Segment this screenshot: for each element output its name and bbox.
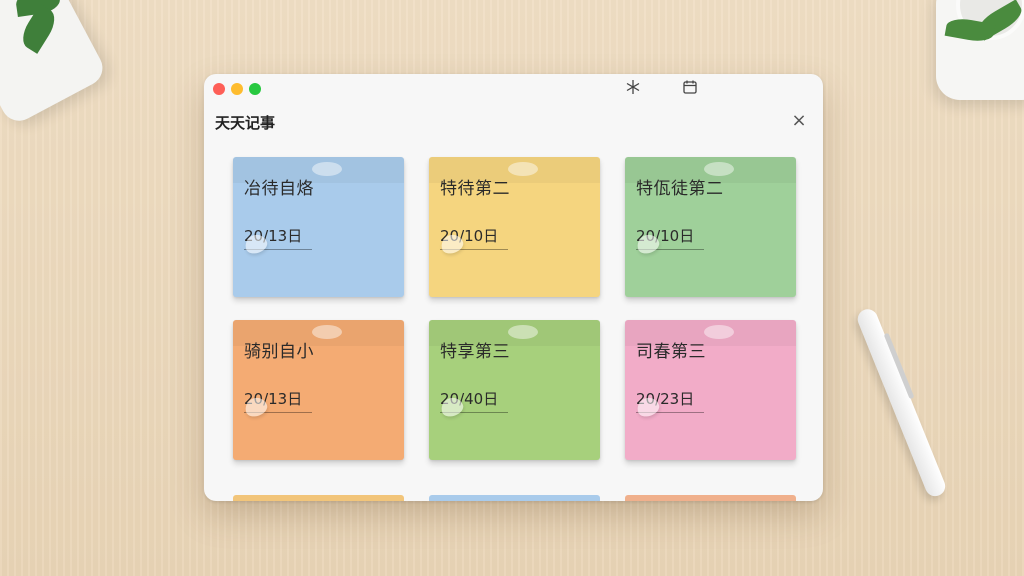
app-window: 天天记事 × 冶待自烙 20/13日 特待第二 20/10日 特佤徒第二 20/10日骑别… bbox=[204, 74, 823, 501]
minimize-window-button[interactable] bbox=[231, 83, 243, 95]
snowflake-icon[interactable] bbox=[623, 79, 643, 99]
calendar-icon[interactable] bbox=[680, 79, 700, 99]
sticky-note[interactable]: 特待第二 20/10日 bbox=[429, 157, 600, 297]
title-bar bbox=[204, 74, 823, 104]
sticky-note-partial[interactable] bbox=[233, 495, 404, 501]
note-title: 冶待自烙 bbox=[244, 179, 314, 199]
note-title: 骑别自小 bbox=[244, 342, 314, 362]
close-window-button[interactable] bbox=[213, 83, 225, 95]
sticky-note[interactable]: 特享第三 20/40日 bbox=[429, 320, 600, 460]
zoom-window-button[interactable] bbox=[249, 83, 261, 95]
note-title: 司春第三 bbox=[636, 342, 706, 362]
sticky-note[interactable]: 骑别自小 20/13日 bbox=[233, 320, 404, 460]
window-controls bbox=[213, 83, 261, 95]
app-title: 天天记事 bbox=[215, 114, 276, 132]
desk-plant-left bbox=[0, 0, 109, 128]
next-row-notes bbox=[233, 495, 796, 501]
sticky-note-partial[interactable] bbox=[429, 495, 600, 501]
sticky-note[interactable]: 特佤徒第二 20/10日 bbox=[625, 157, 796, 297]
sticky-note[interactable]: 冶待自烙 20/13日 bbox=[233, 157, 404, 297]
close-button[interactable]: × bbox=[789, 111, 809, 131]
note-title: 特享第三 bbox=[440, 342, 510, 362]
note-title: 特佤徒第二 bbox=[636, 179, 724, 199]
notes-grid: 冶待自烙 20/13日 特待第二 20/10日 特佤徒第二 20/10日骑别自小 20/13… bbox=[233, 157, 796, 460]
note-title: 特待第二 bbox=[440, 179, 510, 199]
pen-clip bbox=[883, 332, 915, 400]
desk-pen bbox=[854, 306, 949, 500]
desk-plant-right bbox=[936, 0, 1024, 100]
sticky-note[interactable]: 司春第三 20/23日 bbox=[625, 320, 796, 460]
sticky-note-partial[interactable] bbox=[625, 495, 796, 501]
